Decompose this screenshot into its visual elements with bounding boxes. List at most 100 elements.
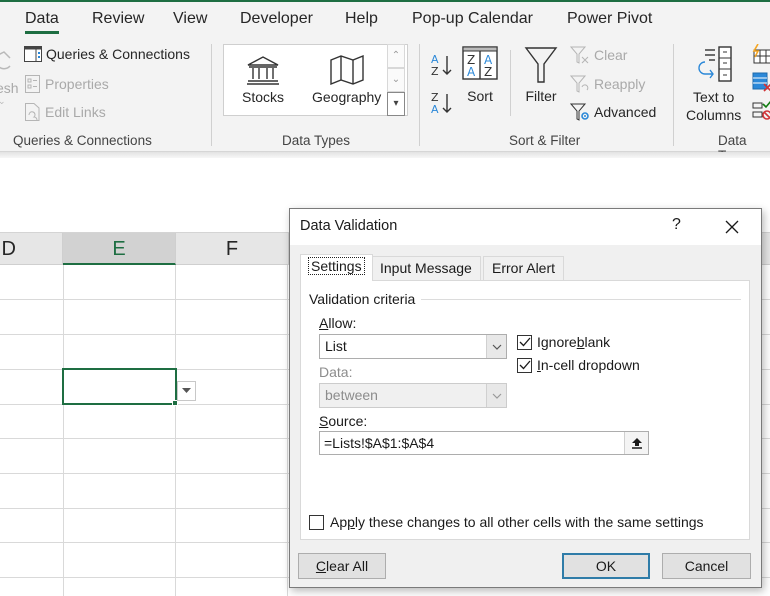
text-to-columns-icon (697, 46, 732, 82)
group-label-data-types: Data Types (282, 133, 351, 148)
sort-z-to-a-button[interactable]: Z A (430, 90, 454, 116)
tab-input-message[interactable]: Input Message (371, 256, 481, 280)
advanced-filter-icon (570, 103, 589, 121)
ribbon-tab-bar: Data Review View Developer Help Pop-up C… (0, 0, 770, 40)
tab-developer[interactable]: Developer (240, 10, 313, 28)
in-cell-dropdown-checkbox[interactable]: In-cell dropdown (517, 357, 640, 373)
column-header-d[interactable]: D (0, 233, 63, 265)
apply-all-label-accel: p (347, 514, 355, 530)
collapse-dialog-button[interactable] (624, 432, 648, 454)
refresh-icon (0, 51, 11, 70)
refresh-label: esh (0, 80, 19, 96)
tab-data[interactable]: Data (25, 10, 59, 34)
clear-all-button[interactable]: Clear All (298, 553, 386, 579)
ignore-blank-label-pre: Ignore (537, 334, 577, 350)
svg-text:Z: Z (431, 65, 439, 78)
allow-dropdown-button[interactable] (486, 335, 506, 358)
gallery-up-icon[interactable]: ⌃ (387, 44, 405, 68)
apply-all-label-pre: Ap (330, 514, 348, 530)
checkbox-box[interactable] (517, 357, 532, 373)
gridline (175, 265, 176, 596)
flash-fill-icon (752, 44, 770, 64)
flash-fill-button[interactable] (752, 44, 770, 64)
svg-text:A: A (431, 103, 439, 116)
ok-button[interactable]: OK (562, 553, 650, 579)
tab-error-alert[interactable]: Error Alert (483, 256, 565, 280)
source-input[interactable]: =Lists!$A$1:$A$4 (319, 431, 649, 455)
gridline (287, 265, 288, 596)
sort-button[interactable]: Z A A Z Sort (462, 46, 498, 104)
geography-label: Geography (312, 89, 382, 105)
filter-button[interactable]: Filter (524, 46, 558, 104)
remove-duplicates-button[interactable] (752, 72, 770, 92)
allow-label-text: llow: (328, 315, 357, 331)
clear-all-accel: C (315, 558, 327, 574)
dialog-title: Data Validation (300, 218, 398, 234)
dialog-titlebar[interactable]: Data Validation ? (290, 209, 761, 245)
data-select[interactable]: between (319, 383, 507, 408)
close-icon (725, 220, 739, 234)
tab-popup-calendar[interactable]: Pop-up Calendar (412, 10, 533, 28)
close-button[interactable] (720, 215, 744, 239)
sort-dialog-icon: Z A A Z (462, 46, 498, 80)
gallery-more-icon[interactable]: ▾ (387, 92, 405, 116)
data-validation-dialog: Data Validation ? Settings Input Message… (289, 208, 762, 588)
active-cell[interactable] (62, 368, 177, 405)
reapply-button[interactable]: Reapply (570, 75, 645, 93)
queries-connections-button[interactable]: Queries & Connections (24, 46, 190, 62)
data-types-gallery: Stocks Geography (223, 44, 408, 116)
properties-icon (25, 75, 40, 93)
geography-button[interactable]: Geography (312, 55, 381, 105)
allow-label: Allow: (319, 315, 356, 331)
group-label-sort-filter: Sort & Filter (509, 133, 581, 148)
sort-ascending-icon: A Z (431, 53, 452, 78)
stocks-label: Stocks (242, 89, 285, 105)
tab-view[interactable]: View (173, 10, 207, 28)
edit-links-button[interactable]: Edit Links (25, 103, 106, 121)
properties-button[interactable]: Properties (25, 75, 109, 93)
gallery-down-icon[interactable]: ⌄ (387, 68, 405, 92)
ignore-blank-label-post: lank (584, 334, 611, 350)
cell-dropdown-button[interactable] (177, 381, 196, 401)
data-validation-button[interactable] (752, 100, 770, 120)
tab-settings[interactable]: Settings (300, 254, 373, 281)
tab-power-pivot[interactable]: Power Pivot (567, 10, 652, 28)
text-to-columns-label-2: Columns (686, 107, 742, 123)
source-label-accel: S (319, 413, 329, 429)
text-to-columns-button[interactable]: Text to Columns (686, 46, 741, 124)
gridline (63, 265, 64, 596)
stocks-bank-icon (247, 56, 279, 85)
clear-filter-button[interactable]: Clear (570, 46, 627, 64)
validation-criteria-legend: Validation criteria (309, 291, 422, 307)
properties-label: Properties (45, 76, 109, 92)
checkbox-box[interactable] (517, 334, 532, 350)
source-label-text: ource: (328, 413, 368, 429)
data-dropdown-button[interactable] (486, 384, 506, 407)
apply-all-checkbox[interactable]: Ap p ly these changes to all other cells w… (309, 514, 704, 530)
column-header-f[interactable]: F (176, 233, 289, 265)
settings-panel: Validation criteria Allow: List Data: be… (300, 280, 750, 540)
group-label-queries: Queries & Connections (13, 133, 152, 148)
geography-map-icon (329, 55, 364, 85)
stocks-button[interactable]: Stocks (242, 55, 284, 105)
ignore-blank-checkbox[interactable]: Ignore b lank (517, 334, 610, 350)
allow-select[interactable]: List (319, 334, 507, 359)
column-header-e[interactable]: E (63, 233, 176, 265)
data-label: Data: (319, 364, 353, 380)
tab-review[interactable]: Review (92, 10, 144, 28)
allow-label-accel: A (319, 315, 329, 331)
refresh-all-button[interactable]: esh ⌄ (0, 50, 19, 107)
tab-help[interactable]: Help (345, 10, 378, 28)
checkmark-icon (519, 360, 530, 370)
separator (510, 50, 511, 116)
sort-a-to-z-button[interactable]: A Z (430, 52, 454, 78)
reapply-icon (570, 75, 589, 93)
group-separator (211, 44, 212, 146)
advanced-filter-button[interactable]: Advanced (570, 103, 656, 121)
ignore-blank-label-accel: b (576, 334, 585, 350)
help-button[interactable]: ? (672, 216, 681, 234)
checkbox-box[interactable] (309, 514, 324, 530)
cancel-button[interactable]: Cancel (662, 553, 751, 579)
ribbon: esh ⌄ Queries & Connections Properties E… (0, 40, 770, 163)
clear-label: Clear (594, 47, 628, 63)
